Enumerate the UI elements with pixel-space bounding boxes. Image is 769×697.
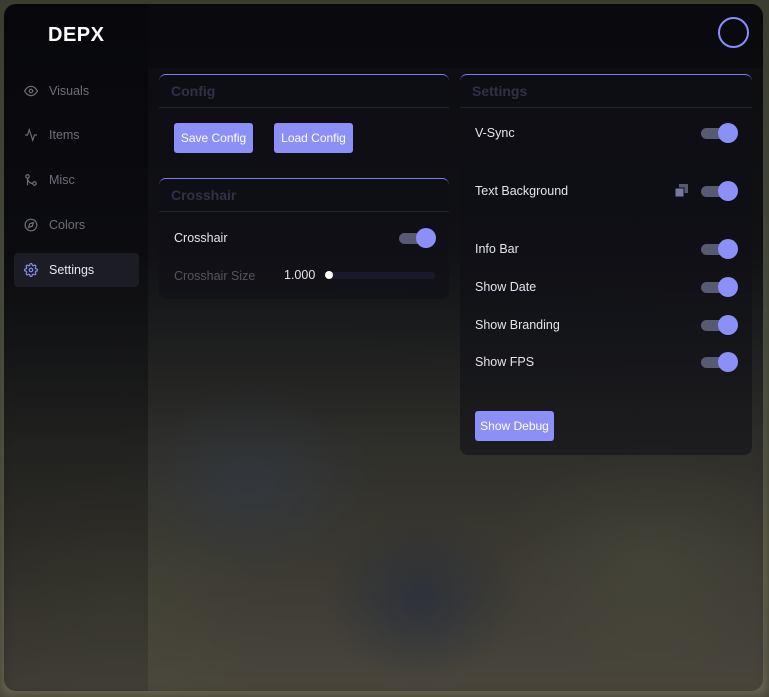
crosshair-size-slider[interactable] [326, 272, 435, 279]
sidebar-item-label: Visuals [49, 84, 90, 98]
copy-icon[interactable] [674, 184, 688, 202]
crosshair-panel-title: Crosshair [159, 179, 449, 212]
compass-icon [23, 217, 39, 233]
sidebar-item-label: Settings [49, 263, 95, 277]
top-bar [148, 4, 763, 68]
sidebar-item-colors[interactable]: Colors [14, 208, 139, 242]
load-config-button[interactable]: Load Config [274, 123, 353, 153]
avatar[interactable] [718, 17, 749, 48]
crosshair-label: Crosshair [174, 231, 228, 245]
show-fps-toggle[interactable] [701, 352, 738, 372]
save-config-button[interactable]: Save Config [174, 123, 253, 153]
sidebar: DEPX Visuals Items Misc Colors Settings [4, 4, 148, 691]
show-date-toggle[interactable] [701, 277, 738, 297]
sidebar-item-label: Misc [49, 173, 75, 187]
info-bar-label: Info Bar [475, 242, 519, 256]
crosshair-size-value: 1.000 [284, 268, 316, 282]
settings-panel-title: Settings [460, 75, 752, 108]
gear-icon [23, 262, 39, 278]
text-background-toggle[interactable] [701, 181, 738, 201]
show-debug-button[interactable]: Show Debug [475, 411, 554, 441]
show-branding-label: Show Branding [475, 318, 560, 332]
sidebar-item-misc[interactable]: Misc [14, 163, 139, 197]
app-logo: DEPX [48, 24, 105, 46]
sidebar-item-label: Colors [49, 218, 86, 232]
crosshair-panel: Crosshair Crosshair Crosshair Size 1.000 [159, 178, 449, 299]
crosshair-toggle[interactable] [399, 228, 436, 248]
activity-icon [23, 127, 39, 143]
eye-icon [23, 83, 39, 99]
vsync-label: V-Sync [475, 126, 515, 140]
menu-window: DEPX Visuals Items Misc Colors Settings … [4, 4, 763, 691]
settings-panel: Settings V-Sync Text Background Info Bar… [460, 74, 752, 455]
vsync-toggle[interactable] [701, 123, 738, 143]
git-merge-icon [23, 172, 39, 188]
config-panel-title: Config [159, 75, 449, 108]
crosshair-size-label: Crosshair Size [174, 269, 256, 283]
sidebar-item-items[interactable]: Items [14, 118, 139, 152]
show-fps-label: Show FPS [475, 355, 535, 369]
crosshair-size-slider-handle[interactable] [325, 271, 333, 279]
sidebar-item-label: Items [49, 128, 80, 142]
config-panel: Config Save Config Load Config [159, 74, 449, 163]
show-branding-toggle[interactable] [701, 315, 738, 335]
sidebar-item-visuals[interactable]: Visuals [14, 74, 139, 108]
text-background-label: Text Background [475, 184, 569, 198]
info-bar-toggle[interactable] [701, 239, 738, 259]
show-date-label: Show Date [475, 280, 537, 294]
sidebar-item-settings[interactable]: Settings [14, 253, 139, 287]
